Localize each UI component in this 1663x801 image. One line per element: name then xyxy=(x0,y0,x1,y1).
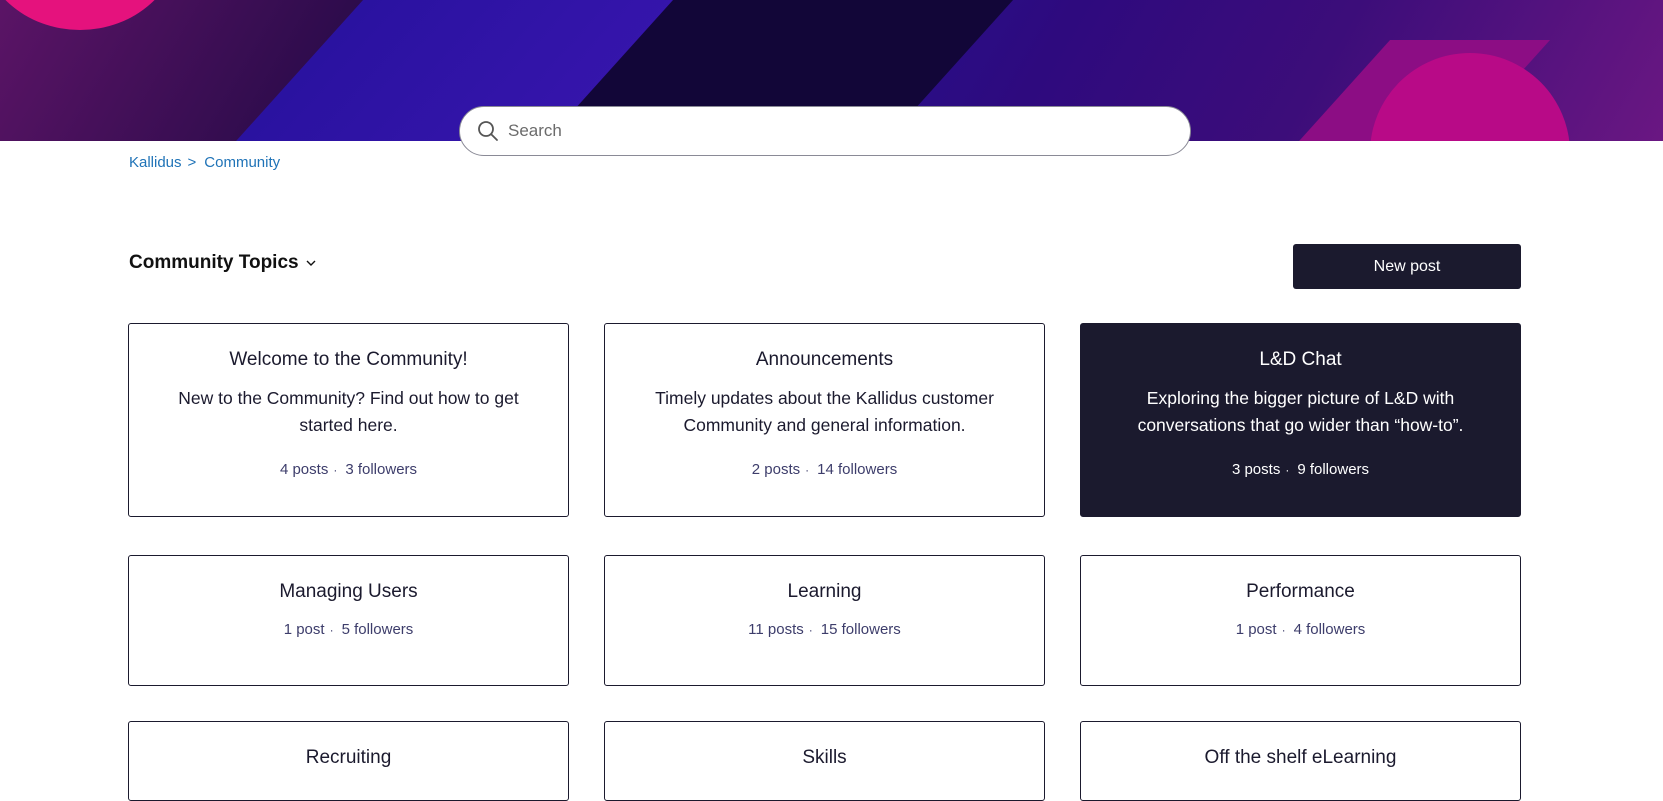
topic-post-count: 4 posts xyxy=(279,461,329,478)
topic-meta: 4 posts · 3 followers xyxy=(129,461,568,478)
topic-post-count: 1 post xyxy=(283,621,325,638)
meta-separator: · xyxy=(329,622,334,637)
topic-card-announcements[interactable]: Announcements Timely updates about the K… xyxy=(604,323,1045,517)
topic-title: Managing Users xyxy=(279,581,418,602)
topic-follower-count: 4 followers xyxy=(1293,621,1366,638)
topic-description: Timely updates about the Kallidus custom… xyxy=(655,388,994,435)
topic-title: L&D Chat xyxy=(1259,349,1342,370)
search-bar[interactable] xyxy=(459,106,1191,156)
meta-separator: · xyxy=(1281,622,1286,637)
topic-description: Exploring the bigger picture of L&D with… xyxy=(1137,388,1464,435)
topic-card-off-the-shelf[interactable]: Off the shelf eLearning xyxy=(1080,721,1521,801)
topic-meta: 3 posts · 9 followers xyxy=(1081,461,1520,478)
topic-title: Welcome to the Community! xyxy=(229,349,468,370)
topic-meta: 11 posts · 15 followers xyxy=(605,621,1044,638)
topic-card-ld-chat[interactable]: L&D Chat Exploring the bigger picture of… xyxy=(1080,323,1521,517)
meta-separator: · xyxy=(808,622,813,637)
topic-post-count: 3 posts xyxy=(1231,461,1281,478)
topics-dropdown[interactable]: Community Topics xyxy=(129,252,317,274)
breadcrumb-separator: > xyxy=(187,154,197,171)
topic-post-count: 1 post xyxy=(1235,621,1277,638)
topic-title: Skills xyxy=(802,747,847,768)
topic-post-count: 2 posts xyxy=(751,461,801,478)
topic-title: Announcements xyxy=(755,349,894,370)
topic-follower-count: 5 followers xyxy=(341,621,414,638)
topic-post-count: 11 posts xyxy=(748,621,804,638)
breadcrumb-link-kallidus[interactable]: Kallidus xyxy=(129,154,182,171)
topic-card-recruiting[interactable]: Recruiting xyxy=(128,721,569,801)
new-post-button[interactable]: New post xyxy=(1293,244,1521,289)
topic-follower-count: 15 followers xyxy=(820,621,901,638)
search-icon xyxy=(478,121,498,141)
topic-card-performance[interactable]: Performance 1 post · 4 followers xyxy=(1080,555,1521,686)
topic-description: New to the Community? Find out how to ge… xyxy=(178,388,519,435)
meta-separator: · xyxy=(333,462,338,477)
topic-card-learning[interactable]: Learning 11 posts · 15 followers xyxy=(604,555,1045,686)
chevron-down-icon xyxy=(306,260,316,266)
breadcrumb-link-community[interactable]: Community xyxy=(204,154,280,171)
topic-card-managing-users[interactable]: Managing Users 1 post · 5 followers xyxy=(128,555,569,686)
topic-meta: 1 post · 4 followers xyxy=(1081,621,1520,638)
topic-card-skills[interactable]: Skills xyxy=(604,721,1045,801)
topic-follower-count: 14 followers xyxy=(817,461,898,478)
meta-separator: · xyxy=(805,462,810,477)
topic-meta: 2 posts · 14 followers xyxy=(605,461,1044,478)
topic-meta: 1 post · 5 followers xyxy=(129,621,568,638)
topic-title: Recruiting xyxy=(305,747,392,768)
topic-title: Performance xyxy=(1246,581,1355,602)
breadcrumb: Kallidus > Community xyxy=(129,154,280,171)
topic-follower-count: 9 followers xyxy=(1297,461,1370,478)
search-input[interactable] xyxy=(508,111,1168,151)
topic-card-welcome[interactable]: Welcome to the Community! New to the Com… xyxy=(128,323,569,517)
topic-title: Learning xyxy=(787,581,862,602)
topics-header-label: Community Topics xyxy=(129,252,299,273)
meta-separator: · xyxy=(1285,462,1290,477)
topic-follower-count: 3 followers xyxy=(345,461,418,478)
topic-title: Off the shelf eLearning xyxy=(1204,747,1397,768)
hero-circle xyxy=(0,0,180,30)
